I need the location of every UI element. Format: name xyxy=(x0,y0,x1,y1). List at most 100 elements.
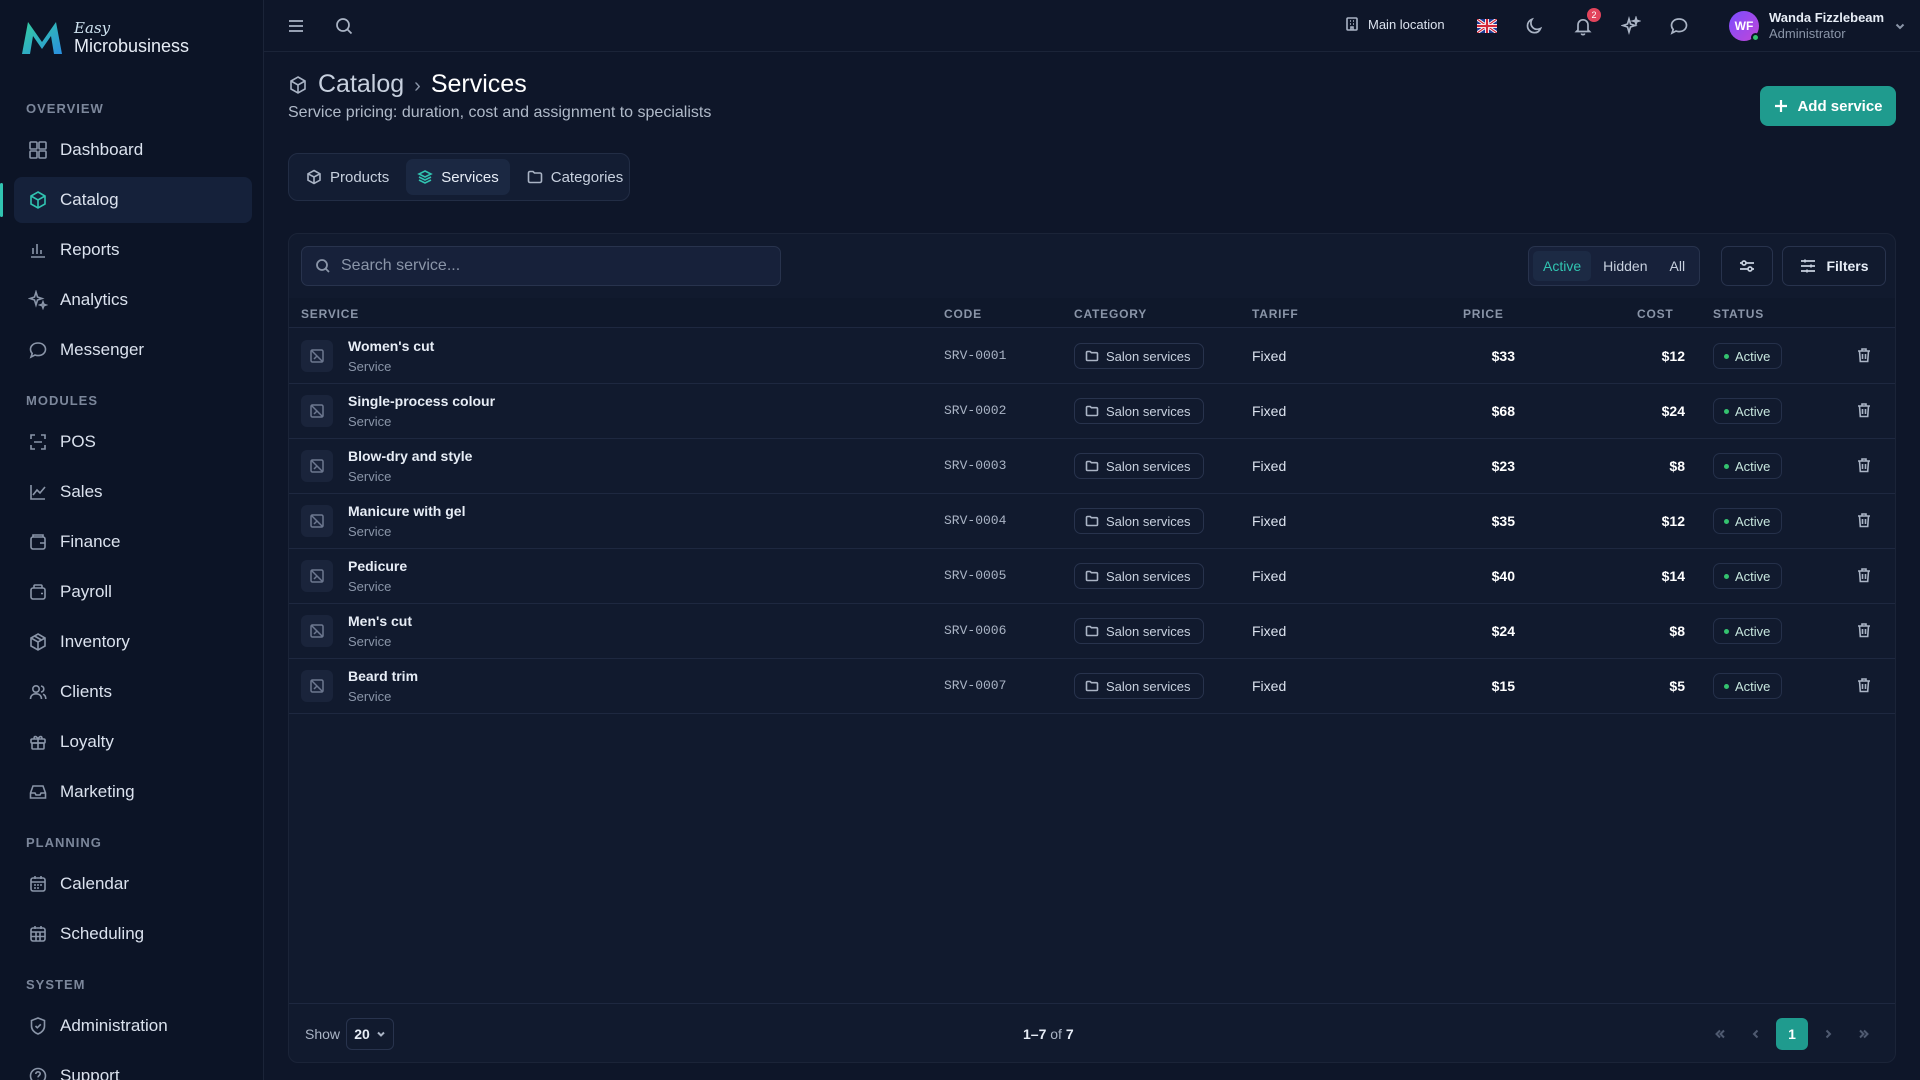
sidebar-item-support[interactable]: Support xyxy=(14,1053,252,1080)
service-name[interactable]: Women's cut xyxy=(348,338,434,354)
gift-icon xyxy=(30,735,46,750)
sidebar-item-marketing[interactable]: Marketing xyxy=(14,769,252,815)
moon-icon xyxy=(1526,17,1543,34)
user-menu[interactable]: WF Wanda Fizzlebeam Administrator xyxy=(1729,10,1906,42)
breadcrumb-separator: › xyxy=(414,75,421,97)
delete-button[interactable] xyxy=(1855,566,1875,586)
prev-page-button[interactable] xyxy=(1740,1018,1772,1050)
column-header-code[interactable]: CODE xyxy=(944,307,982,321)
table-row[interactable]: Manicure with gel Service SRV-0004 Salon… xyxy=(289,494,1895,549)
filters-button[interactable]: Filters xyxy=(1782,246,1886,286)
status-dot xyxy=(1724,518,1729,524)
segment-hidden[interactable]: Hidden xyxy=(1593,251,1657,281)
table-row[interactable]: Single-process colour Service SRV-0002 S… xyxy=(289,384,1895,439)
status-label: Active xyxy=(1735,623,1771,639)
brand-logo[interactable]: Easy Microbusiness xyxy=(18,18,189,58)
delete-button[interactable] xyxy=(1855,621,1875,641)
global-search-button[interactable] xyxy=(332,14,356,38)
page-button[interactable]: 1 xyxy=(1776,1018,1808,1050)
service-name[interactable]: Blow-dry and style xyxy=(348,448,472,464)
delete-button[interactable] xyxy=(1855,511,1875,531)
column-header-cost[interactable]: COST xyxy=(1637,307,1674,321)
status-dot xyxy=(1724,353,1729,359)
next-page-button[interactable] xyxy=(1812,1018,1844,1050)
column-header-tariff[interactable]: TARIFF xyxy=(1252,307,1299,321)
last-page-button[interactable] xyxy=(1848,1018,1880,1050)
tab-categories[interactable]: Categories xyxy=(516,159,635,195)
category-chip: Salon services xyxy=(1074,618,1204,644)
service-name[interactable]: Manicure with gel xyxy=(348,503,465,519)
app: Easy Microbusiness OVERVIEW Dashboard Ca… xyxy=(0,0,1920,1080)
table-row[interactable]: Pedicure Service SRV-0005 Salon services… xyxy=(289,549,1895,604)
service-name[interactable]: Men's cut xyxy=(348,613,412,629)
segment-active[interactable]: Active xyxy=(1533,251,1592,281)
service-name[interactable]: Single-process colour xyxy=(348,393,495,409)
column-header-service[interactable]: SERVICE xyxy=(301,307,359,321)
column-settings-button[interactable] xyxy=(1721,246,1773,286)
cost: $12 xyxy=(1661,513,1685,529)
sidebar-item-clients[interactable]: Clients xyxy=(14,669,252,715)
sidebar-item-sales[interactable]: Sales xyxy=(14,469,252,515)
delete-button[interactable] xyxy=(1855,456,1875,476)
sidebar-item-inventory[interactable]: Inventory xyxy=(14,619,252,665)
service-name[interactable]: Beard trim xyxy=(348,668,418,684)
tab-products[interactable]: Products xyxy=(295,159,400,195)
notifications-button[interactable]: 2 xyxy=(1571,8,1601,38)
sidebar-item-label: Catalog xyxy=(60,190,119,209)
price: $15 xyxy=(1491,678,1515,694)
location-selector[interactable]: Main location xyxy=(1344,16,1445,32)
ai-assistant-button[interactable] xyxy=(1619,14,1643,38)
sidebar-item-pos[interactable]: POS xyxy=(14,419,252,465)
breadcrumb-catalog-link[interactable]: Catalog xyxy=(318,70,404,99)
column-header-category[interactable]: CATEGORY xyxy=(1074,307,1147,321)
status-badge: Active xyxy=(1713,453,1783,479)
purse-icon xyxy=(30,584,46,600)
sidebar-item-label: Clients xyxy=(60,682,112,701)
messages-button[interactable] xyxy=(1667,14,1691,38)
menu-toggle-button[interactable] xyxy=(284,14,308,38)
service-code: SRV-0005 xyxy=(944,568,1007,583)
sidebar-item-label: POS xyxy=(60,432,96,451)
breadcrumb: Catalog › Services xyxy=(288,70,527,99)
delete-button[interactable] xyxy=(1855,346,1875,366)
sidebar-item-label: Reports xyxy=(60,240,120,259)
user-role: Administrator xyxy=(1769,26,1846,41)
search-input[interactable] xyxy=(341,257,761,275)
delete-button[interactable] xyxy=(1855,401,1875,421)
delete-button[interactable] xyxy=(1855,676,1875,696)
range-value: 1–7 xyxy=(1023,1026,1047,1042)
sidebar-item-calendar[interactable]: Calendar xyxy=(14,861,252,907)
column-header-status[interactable]: STATUS xyxy=(1713,307,1764,321)
table-row[interactable]: Beard trim Service SRV-0007 Salon servic… xyxy=(289,659,1895,714)
sidebar-item-scheduling[interactable]: Scheduling xyxy=(14,911,252,957)
first-page-button[interactable] xyxy=(1704,1018,1736,1050)
add-service-label: Add service xyxy=(1797,97,1883,115)
online-status-dot xyxy=(1751,33,1760,42)
sidebar-item-administration[interactable]: Administration xyxy=(14,1003,252,1049)
language-selector[interactable] xyxy=(1475,14,1499,38)
add-service-button[interactable]: Add service xyxy=(1760,86,1896,126)
column-header-price[interactable]: PRICE xyxy=(1463,307,1504,321)
service-name[interactable]: Pedicure xyxy=(348,558,407,574)
tab-services[interactable]: Services xyxy=(406,159,510,195)
service-type: Service xyxy=(348,524,392,539)
sidebar-item-catalog[interactable]: Catalog xyxy=(0,177,252,223)
image-placeholder-icon xyxy=(301,560,333,592)
sidebar-item-messenger[interactable]: Messenger xyxy=(14,327,252,373)
sidebar-item-loyalty[interactable]: Loyalty xyxy=(14,719,252,765)
theme-toggle-button[interactable] xyxy=(1523,14,1547,38)
sidebar-item-payroll[interactable]: Payroll xyxy=(14,569,252,615)
building-icon xyxy=(1346,17,1358,31)
table-row[interactable]: Men's cut Service SRV-0006 Salon service… xyxy=(289,604,1895,659)
page-size-select[interactable]: 20 xyxy=(346,1018,394,1050)
sidebar-item-dashboard[interactable]: Dashboard xyxy=(14,127,252,173)
status-badge: Active xyxy=(1713,508,1783,534)
category-chip: Salon services xyxy=(1074,563,1204,589)
layers-icon xyxy=(417,170,433,184)
sidebar-item-analytics[interactable]: Analytics xyxy=(14,277,252,323)
segment-all[interactable]: All xyxy=(1660,251,1696,281)
table-row[interactable]: Women's cut Service SRV-0001 Salon servi… xyxy=(289,329,1895,384)
sidebar-item-finance[interactable]: Finance xyxy=(14,519,252,565)
sidebar-item-reports[interactable]: Reports xyxy=(14,227,252,273)
table-row[interactable]: Blow-dry and style Service SRV-0003 Salo… xyxy=(289,439,1895,494)
